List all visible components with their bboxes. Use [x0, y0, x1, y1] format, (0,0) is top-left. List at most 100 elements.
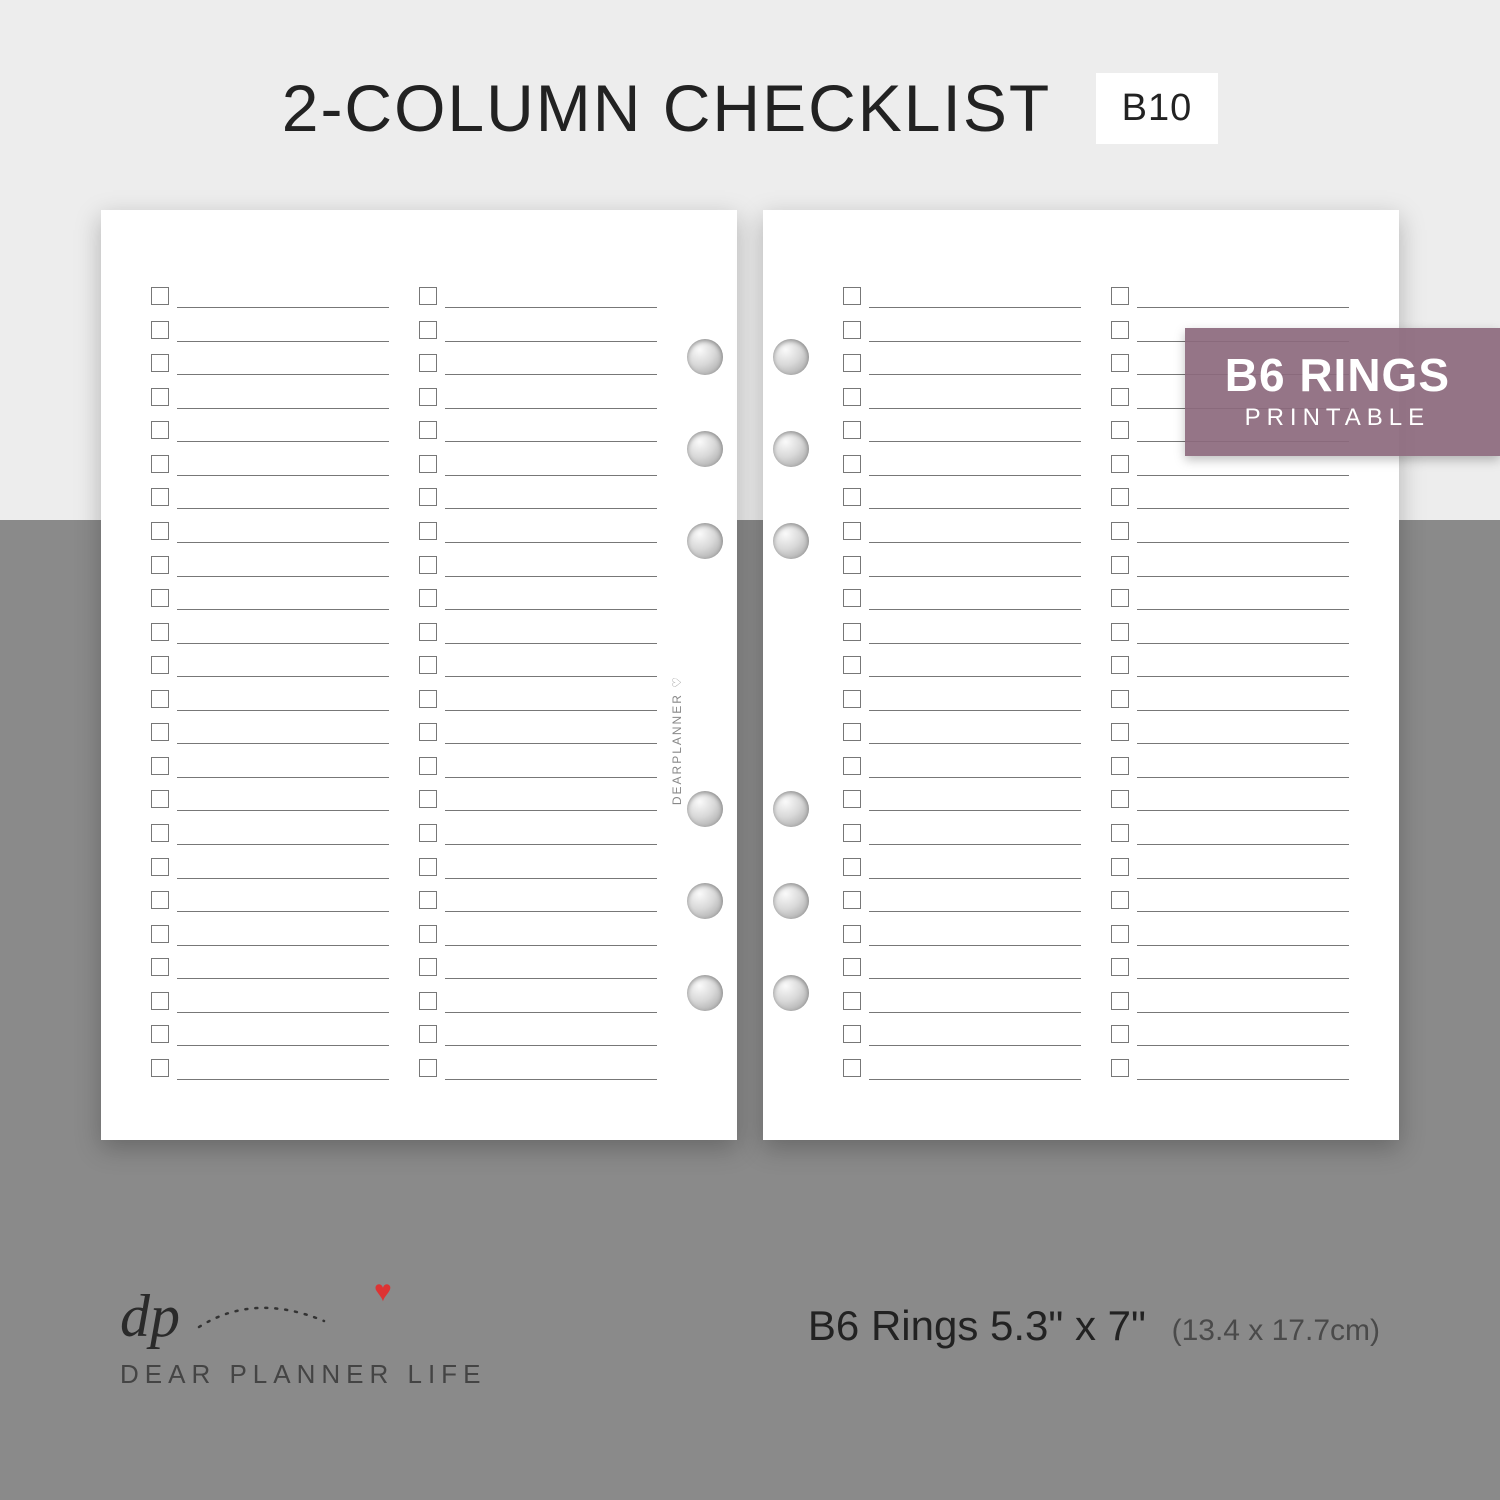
checkbox-icon: [1111, 354, 1129, 372]
checkbox-icon: [151, 455, 169, 473]
checkbox-icon: [1111, 824, 1129, 842]
dimensions-metric: (13.4 x 17.7cm): [1172, 1314, 1380, 1347]
write-line: [445, 576, 657, 577]
ring-hole-icon: [773, 791, 809, 827]
checklist-row: [151, 817, 389, 845]
checkbox-icon: [843, 287, 861, 305]
checkbox-icon: [843, 522, 861, 540]
checklist-row: [1111, 549, 1349, 577]
write-line: [445, 1045, 657, 1046]
write-line: [1137, 710, 1349, 711]
checklist-row: [1111, 783, 1349, 811]
write-line: [177, 710, 389, 711]
checkbox-icon: [843, 992, 861, 1010]
checklist-row: [151, 549, 389, 577]
checklist-row: [843, 649, 1081, 677]
write-line: [869, 508, 1081, 509]
write-line: [1137, 743, 1349, 744]
checkbox-icon: [151, 488, 169, 506]
ring-hole-icon: [687, 431, 723, 467]
write-line: [177, 341, 389, 342]
checklist-row: [843, 582, 1081, 610]
ring-hole-icon: [687, 523, 723, 559]
write-line: [177, 878, 389, 879]
write-line: [177, 676, 389, 677]
write-line: [869, 710, 1081, 711]
checkbox-icon: [1111, 891, 1129, 909]
write-line: [445, 945, 657, 946]
checklist-row: [1111, 683, 1349, 711]
checkbox-icon: [419, 623, 437, 641]
write-line: [177, 777, 389, 778]
checklist-row: [419, 314, 657, 342]
checkbox-icon: [419, 556, 437, 574]
checklist-row: [843, 817, 1081, 845]
checklist-row: [843, 783, 1081, 811]
brand-logo: dp ♥ DEAR PLANNER LIFE: [120, 1295, 486, 1390]
checklist-column: [843, 280, 1081, 1080]
checkbox-icon: [419, 958, 437, 976]
checklist-row: [419, 985, 657, 1013]
checkbox-icon: [419, 656, 437, 674]
write-line: [1137, 508, 1349, 509]
write-line: [445, 1079, 657, 1080]
write-line: [1137, 643, 1349, 644]
write-line: [445, 810, 657, 811]
write-line: [445, 307, 657, 308]
checklist-column: [151, 280, 389, 1080]
checkbox-icon: [419, 321, 437, 339]
checkbox-icon: [843, 488, 861, 506]
write-line: [1137, 676, 1349, 677]
write-line: [1137, 878, 1349, 879]
checklist-row: [151, 314, 389, 342]
checkbox-icon: [151, 522, 169, 540]
write-line: [445, 878, 657, 879]
checklist-row: [843, 481, 1081, 509]
checklist-row: [1111, 1018, 1349, 1046]
checkbox-icon: [419, 858, 437, 876]
write-line: [177, 307, 389, 308]
checklist-row: [419, 1052, 657, 1080]
checklist-row: [843, 280, 1081, 308]
write-line: [445, 341, 657, 342]
checkbox-icon: [419, 421, 437, 439]
checklist-row: [1111, 1052, 1349, 1080]
checklist-row: [419, 549, 657, 577]
checklist-row: [1111, 716, 1349, 744]
checklist-row: [419, 851, 657, 879]
checklist-row: [843, 985, 1081, 1013]
checkbox-icon: [843, 824, 861, 842]
checkbox-icon: [843, 723, 861, 741]
checklist-row: [843, 918, 1081, 946]
checkbox-icon: [419, 790, 437, 808]
write-line: [177, 609, 389, 610]
checkbox-icon: [843, 925, 861, 943]
write-line: [869, 542, 1081, 543]
checkbox-icon: [843, 790, 861, 808]
write-line: [869, 1012, 1081, 1013]
checkbox-icon: [151, 690, 169, 708]
write-line: [869, 1045, 1081, 1046]
checkbox-icon: [419, 589, 437, 607]
checkbox-icon: [843, 421, 861, 439]
checklist-row: [1111, 481, 1349, 509]
checklist-row: [843, 414, 1081, 442]
write-line: [177, 576, 389, 577]
checklist-row: [151, 414, 389, 442]
write-line: [869, 374, 1081, 375]
checkbox-icon: [1111, 488, 1129, 506]
write-line: [869, 643, 1081, 644]
write-line: [869, 676, 1081, 677]
checklist-row: [843, 884, 1081, 912]
checkbox-icon: [419, 992, 437, 1010]
checklist-row: [419, 381, 657, 409]
checklist-row: [419, 280, 657, 308]
write-line: [177, 643, 389, 644]
checkbox-icon: [419, 824, 437, 842]
checkbox-icon: [419, 488, 437, 506]
write-line: [445, 1012, 657, 1013]
header: 2-COLUMN CHECKLIST B10: [0, 70, 1500, 146]
checkbox-icon: [151, 656, 169, 674]
checklist-row: [843, 851, 1081, 879]
brand-initials: dp: [120, 1295, 180, 1337]
